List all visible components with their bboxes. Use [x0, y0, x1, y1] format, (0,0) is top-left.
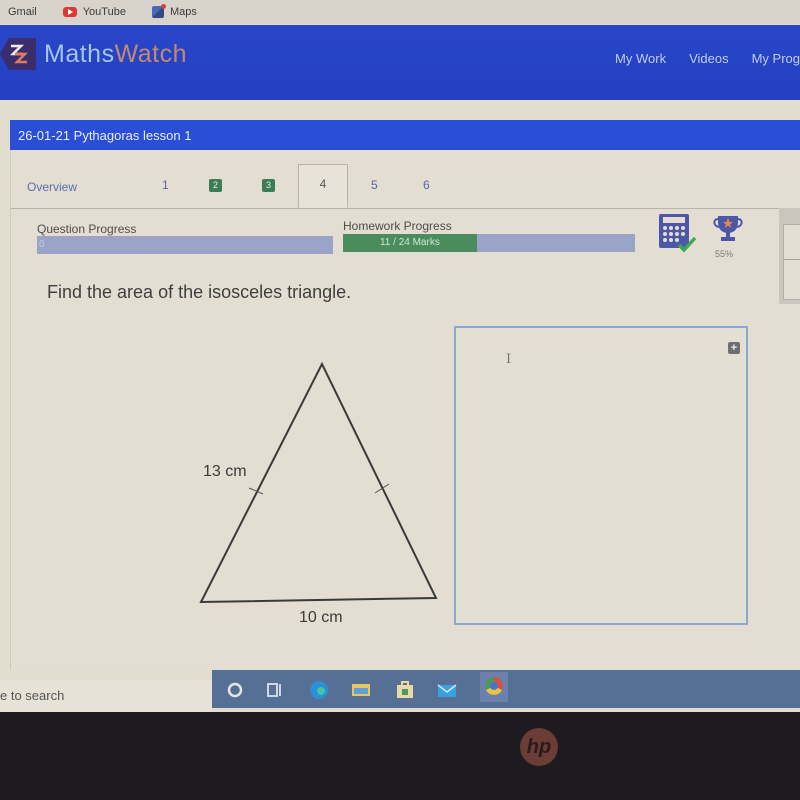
screen: Gmail YouTube Maps MathsWatch My Work Vi… [0, 0, 800, 712]
question-progress-label: Question Progress [37, 222, 137, 236]
bookmark-gmail[interactable]: Gmail [8, 6, 37, 18]
question-panel: Overview 1 2 3 4 5 6 Question Progress 0… [10, 150, 800, 670]
windows-taskbar [212, 670, 800, 708]
trophy-percent: 55% [715, 249, 734, 259]
question-progress-bar: 0 [37, 236, 333, 254]
side-panel-toggle[interactable] [779, 208, 800, 304]
tab-question-3[interactable]: 3 [262, 179, 275, 192]
nav-videos[interactable]: Videos [689, 51, 729, 66]
logo-watch: Watch [114, 39, 188, 68]
logo-text: MathsWatch [44, 40, 187, 69]
side-length-label: 13 cm [203, 463, 247, 480]
text-cursor-icon: I [506, 352, 512, 367]
file-explorer-icon[interactable] [350, 678, 372, 700]
main-nav: My Work Videos My Prog [592, 51, 800, 66]
store-icon[interactable] [394, 678, 416, 700]
answer-input-area[interactable]: I + [454, 326, 748, 625]
mail-icon[interactable] [436, 678, 458, 700]
homework-progress-bar: 11 / 24 Marks [343, 234, 635, 252]
site-header: MathsWatch My Work Videos My Prog [0, 25, 800, 100]
trophy-icon [711, 212, 745, 251]
tab-question-5[interactable]: 5 [371, 178, 378, 192]
bookmark-youtube[interactable]: YouTube [62, 6, 126, 18]
logo-maths: Maths [44, 39, 115, 68]
task-view-icon[interactable] [264, 678, 286, 700]
chrome-icon[interactable] [480, 672, 508, 702]
question-tabs: Overview 1 2 3 4 5 6 [11, 164, 800, 209]
tab-question-4[interactable]: 4 [298, 164, 348, 208]
tab-question-1[interactable]: 1 [162, 178, 169, 192]
tab-overview[interactable]: Overview [27, 180, 77, 194]
edge-icon[interactable] [308, 678, 330, 700]
bookmark-label: Maps [169, 6, 197, 18]
add-answer-button[interactable]: + [728, 342, 740, 354]
laptop-bezel [0, 712, 800, 800]
bookmark-maps[interactable]: Maps [151, 4, 197, 18]
side-panel-buttons[interactable] [783, 224, 800, 300]
tab-question-2[interactable]: 2 [209, 179, 222, 192]
homework-progress-label: Homework Progress [343, 219, 452, 233]
base-length-label: 10 cm [299, 609, 343, 626]
triangle-diagram: 13 cm 10 cm [191, 350, 461, 645]
mathswatch-logo[interactable]: MathsWatch [0, 38, 187, 70]
search-placeholder: e to search [0, 688, 65, 703]
bookmark-label: YouTube [82, 6, 126, 18]
question-text: Find the area of the isosceles triangle. [47, 282, 352, 302]
lesson-title: 26-01-21 Pythagoras lesson 1 [10, 120, 800, 150]
homework-progress-fill: 11 / 24 Marks [343, 234, 477, 252]
hp-logo: hp [520, 728, 558, 766]
question-progress-value: 0 [39, 239, 45, 250]
tab-question-6[interactable]: 6 [423, 178, 430, 192]
isosceles-triangle [199, 361, 438, 604]
bookmark-label: Gmail [8, 6, 37, 18]
youtube-icon [62, 7, 77, 17]
logo-mark-icon [0, 38, 36, 70]
maps-icon [151, 4, 166, 18]
nav-my-work[interactable]: My Work [615, 51, 666, 66]
bookmarks-bar: Gmail YouTube Maps [0, 0, 800, 24]
cortana-icon[interactable] [224, 678, 246, 700]
nav-my-progress[interactable]: My Prog [752, 51, 800, 66]
calculator-allowed-icon [657, 212, 703, 259]
